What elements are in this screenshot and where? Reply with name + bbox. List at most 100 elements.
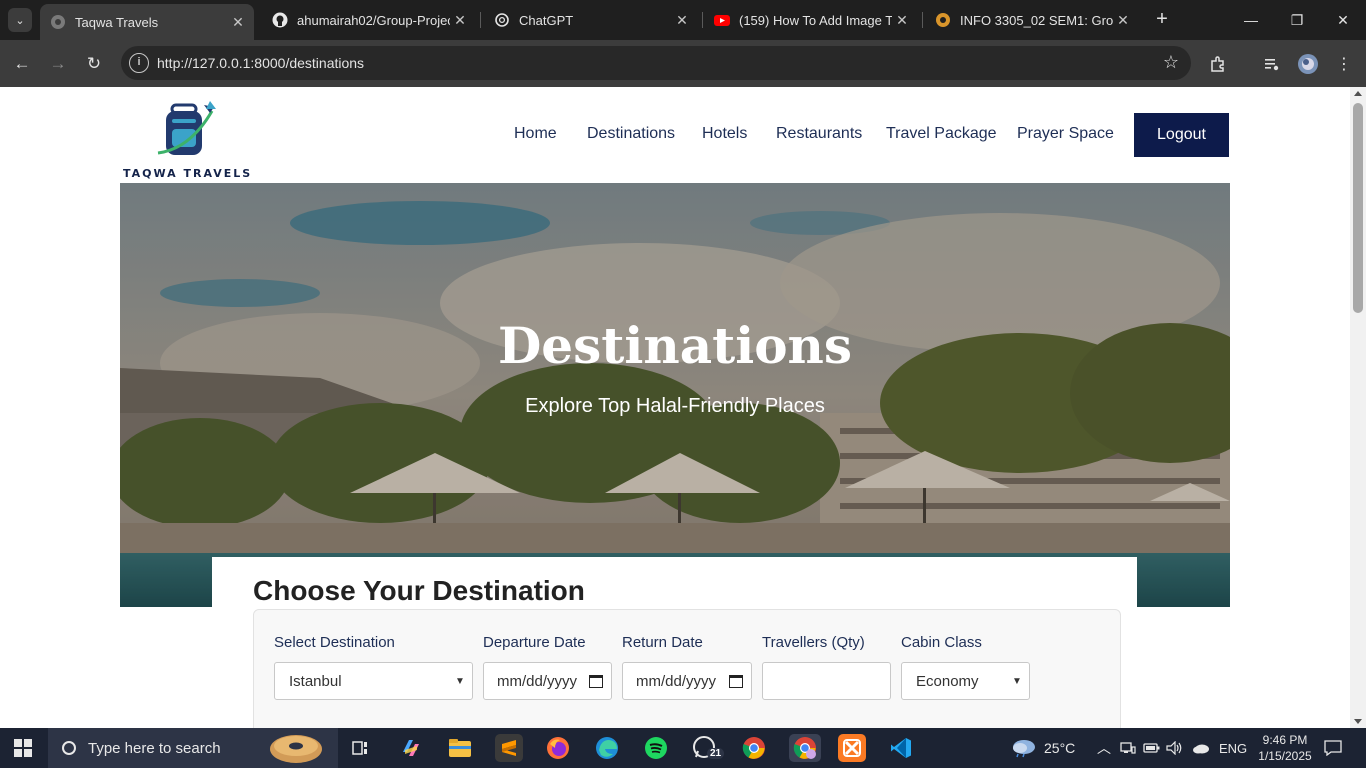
destination-select[interactable]: Istanbul ▼	[274, 662, 473, 700]
close-icon[interactable]: ✕	[228, 14, 248, 31]
edge-icon[interactable]	[593, 734, 621, 762]
tab-title: ahumairah02/Group-Project	[297, 12, 450, 28]
battery-icon[interactable]	[1143, 728, 1161, 768]
taskbar-search[interactable]: Type here to search	[48, 728, 338, 768]
file-explorer-icon[interactable]	[446, 734, 474, 762]
network-icon[interactable]	[1120, 728, 1136, 768]
chevron-down-icon: ⌄	[15, 14, 25, 27]
media-controls-icon[interactable]	[1260, 52, 1284, 76]
close-icon[interactable]: ✕	[892, 12, 912, 29]
tab-separator	[702, 12, 703, 28]
tab-info-3305[interactable]: INFO 3305_02 SEM1: Group ✕	[925, 0, 1139, 40]
github-icon	[272, 12, 288, 28]
new-tab-button[interactable]: +	[1150, 8, 1174, 32]
close-icon[interactable]: ✕	[1113, 12, 1133, 29]
minimize-button[interactable]: —	[1228, 0, 1274, 40]
profile-avatar[interactable]	[1296, 52, 1320, 76]
bagel-search-highlight-icon	[270, 735, 322, 763]
clock-date: 1/15/2025	[1258, 749, 1312, 763]
scroll-up-arrow-icon[interactable]	[1354, 91, 1362, 96]
return-date-input[interactable]: mm/dd/yyyy	[622, 662, 752, 700]
nav-hotels[interactable]: Hotels	[702, 125, 747, 143]
arrow-right-icon: →	[49, 54, 67, 73]
restore-icon: ❐	[1290, 11, 1304, 28]
nav-destinations[interactable]: Destinations	[587, 125, 675, 143]
tab-title: ChatGPT	[519, 12, 574, 28]
browser-toolbar: ← → ↻ i http://127.0.0.1:8000/destinatio…	[0, 40, 1366, 87]
back-button[interactable]: ←	[8, 50, 36, 78]
language-indicator[interactable]: ENG	[1219, 728, 1247, 768]
spotify-icon[interactable]	[642, 734, 670, 762]
departure-date-placeholder: mm/dd/yyyy	[497, 672, 578, 690]
cabin-class-label: Cabin Class	[901, 634, 982, 651]
sublime-text-icon[interactable]	[495, 734, 523, 762]
firefox-icon[interactable]	[544, 734, 572, 762]
page-scrollbar[interactable]	[1350, 87, 1366, 728]
nav-restaurants[interactable]: Restaurants	[776, 125, 862, 143]
chevron-down-icon: ▼	[1012, 675, 1022, 687]
destination-value: Istanbul	[289, 672, 342, 690]
volume-icon[interactable]	[1166, 728, 1184, 768]
xampp-icon[interactable]	[838, 734, 866, 762]
travellers-input[interactable]	[762, 662, 891, 700]
scroll-down-arrow-icon[interactable]	[1354, 719, 1362, 724]
tab-separator	[480, 12, 481, 28]
cloud-rain-icon	[1013, 740, 1035, 758]
nav-home[interactable]: Home	[514, 125, 557, 143]
logout-button[interactable]: Logout	[1134, 113, 1229, 157]
notification-icon[interactable]	[1324, 728, 1342, 768]
tab-taqwa-travels[interactable]: Taqwa Travels ✕	[40, 4, 254, 40]
cabin-class-select[interactable]: Economy ▼	[901, 662, 1030, 700]
hero-title: Destinations	[497, 316, 853, 375]
clock-time: 9:46 PM	[1262, 733, 1308, 747]
close-window-button[interactable]: ✕	[1320, 0, 1366, 40]
close-icon[interactable]: ✕	[672, 12, 692, 29]
booking-title: Choose Your Destination	[253, 575, 585, 606]
tab-search-button[interactable]: ⌄	[8, 8, 32, 32]
weather-widget[interactable]: 25°C	[1010, 728, 1075, 768]
forward-button[interactable]: →	[44, 50, 72, 78]
show-hidden-icons[interactable]: ︿	[1097, 728, 1111, 768]
chrome-profile-icon[interactable]	[789, 734, 821, 762]
departure-label: Departure Date	[483, 634, 586, 651]
cabin-class-value: Economy	[916, 672, 979, 690]
windows-start-icon[interactable]	[14, 739, 32, 757]
return-date-placeholder: mm/dd/yyyy	[636, 672, 717, 690]
nav-prayer-space[interactable]: Prayer Space	[1017, 125, 1114, 143]
extensions-icon[interactable]	[1206, 52, 1230, 76]
tab-chatgpt[interactable]: ChatGPT ✕	[484, 0, 698, 40]
reload-button[interactable]: ↻	[80, 50, 108, 78]
logo-text: TAQWA TRAVELS	[123, 167, 253, 180]
tab-youtube[interactable]: (159) How To Add Image To ✕	[704, 0, 918, 40]
whatsapp-badge: 21	[707, 748, 725, 759]
tab-github[interactable]: ahumairah02/Group-Project ✕	[262, 0, 476, 40]
more-menu-icon[interactable]: ⋮	[1332, 52, 1356, 76]
chrome-icon[interactable]	[740, 734, 768, 762]
bookmark-star-icon[interactable]: ☆	[1163, 52, 1179, 73]
chevron-up-icon: ︿	[1097, 740, 1111, 756]
reload-icon: ↻	[86, 54, 102, 73]
calendar-icon[interactable]	[589, 674, 603, 688]
url-text[interactable]: http://127.0.0.1:8000/destinations	[157, 55, 364, 71]
departure-date-input[interactable]: mm/dd/yyyy	[483, 662, 612, 700]
restore-button[interactable]: ❐	[1274, 0, 1320, 40]
tab-title: Taqwa Travels	[75, 14, 159, 30]
site-logo[interactable]: TAQWA TRAVELS	[120, 99, 250, 180]
calendar-icon[interactable]	[729, 674, 743, 688]
scroll-thumb[interactable]	[1353, 103, 1363, 313]
vscode-icon[interactable]	[887, 734, 915, 762]
address-bar[interactable]: i http://127.0.0.1:8000/destinations ☆	[121, 46, 1191, 80]
close-icon[interactable]: ✕	[450, 12, 470, 29]
copilot-icon[interactable]	[397, 734, 425, 762]
globe-icon	[50, 14, 66, 30]
onedrive-icon[interactable]	[1192, 728, 1210, 768]
hero-banner: Destinations Explore Top Halal-Friendly …	[120, 183, 1230, 607]
info-icon[interactable]: i	[129, 53, 149, 73]
nav-travel-package[interactable]: Travel Package	[886, 125, 997, 143]
whatsapp-icon[interactable]: 21	[691, 734, 725, 762]
search-icon	[62, 741, 76, 755]
task-view-icon[interactable]	[347, 734, 375, 762]
clock[interactable]: 9:46 PM 1/15/2025	[1252, 728, 1318, 768]
browser-tab-strip: ⌄ Taqwa Travels ✕ ahumairah02/Group-Proj…	[0, 0, 1366, 40]
travellers-label: Travellers (Qty)	[762, 634, 865, 651]
